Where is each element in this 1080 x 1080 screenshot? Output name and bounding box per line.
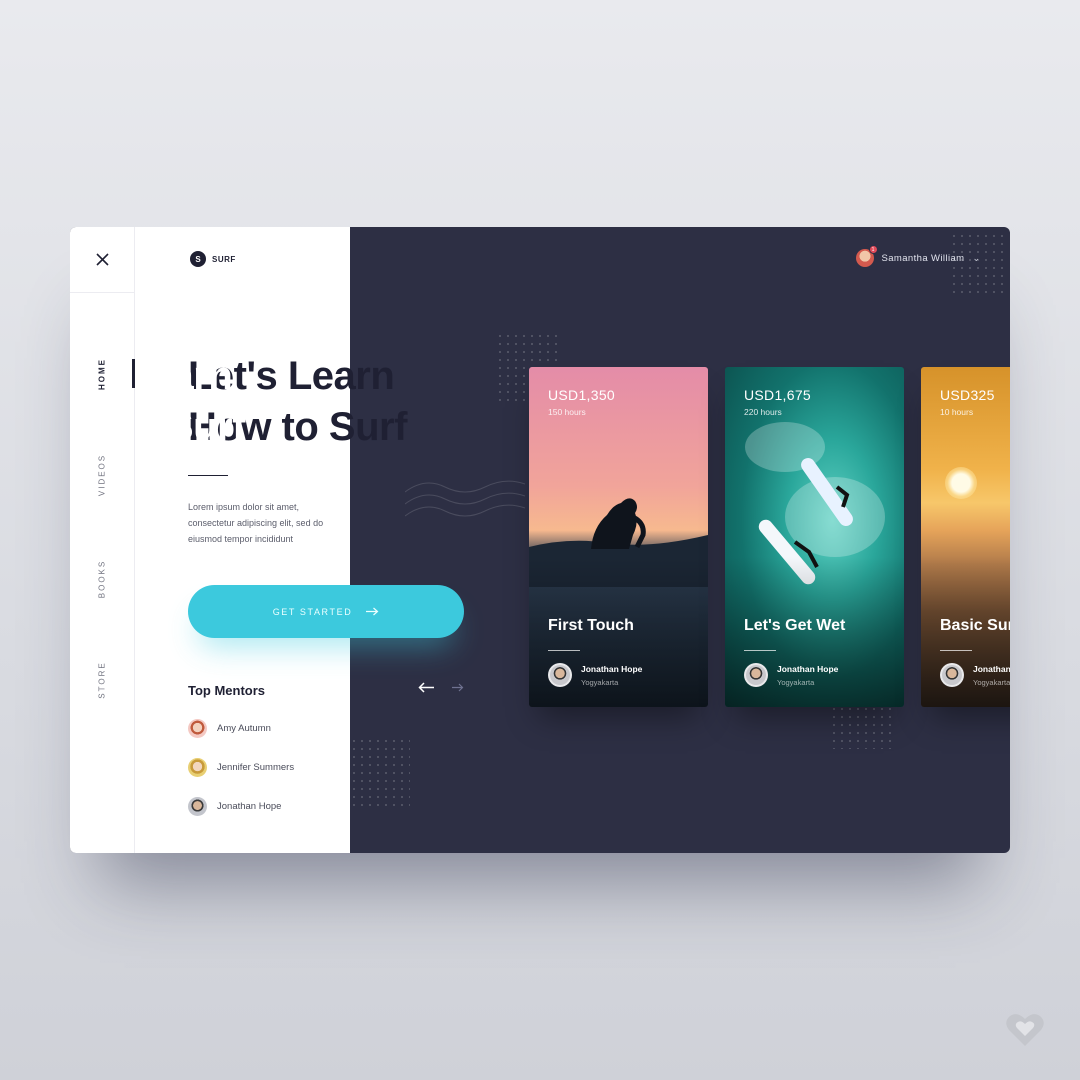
card-title: First Touch <box>548 617 634 634</box>
nav-item-home[interactable]: HOME <box>98 358 107 390</box>
nav-item-books[interactable]: BOOKS <box>98 560 107 598</box>
arrow-right-icon <box>366 607 379 616</box>
hero-description: Lorem ipsum dolor sit amet, consectetur … <box>188 502 324 544</box>
notification-badge: 1 <box>868 245 878 254</box>
get-started-label: GET STARTED <box>272 606 353 617</box>
wave-lines-decoration <box>405 480 526 517</box>
card-mentor-location: Yogyakarta <box>581 678 619 687</box>
avatar <box>548 663 572 687</box>
card-hours: 150 hours <box>548 407 586 417</box>
mentor-item[interactable]: Amy Autumn <box>188 719 271 738</box>
card-mentor-name: Jonathan Hope <box>777 664 839 674</box>
card-rule <box>940 650 972 651</box>
card-hours: 10 hours <box>940 407 974 417</box>
get-started-button[interactable]: GET STARTED <box>188 585 464 638</box>
card-title: Basic Surf <box>940 617 1010 634</box>
arrow-right-icon <box>452 683 464 692</box>
logo-text: SURF <box>212 254 236 264</box>
avatar <box>188 797 207 816</box>
app-window: HOME VIDEOS BOOKS STORE S SURF Let's Lea… <box>70 227 1010 853</box>
card-price: USD1,675 <box>744 387 811 403</box>
avatar: 1 <box>855 245 878 267</box>
prev-button[interactable] <box>418 682 434 693</box>
card-price: USD1,350 <box>548 387 615 403</box>
card-mentor-name: Jonathan Hope <box>973 664 1010 674</box>
course-card[interactable]: USD325 10 hours Basic Surf Jonathan Hope… <box>921 367 1010 707</box>
avatar <box>188 758 207 777</box>
title-line-2: How to Surf <box>188 405 407 449</box>
chevron-down-icon: ⌄ <box>972 252 980 263</box>
brand-logo[interactable]: S SURF <box>190 251 236 267</box>
rail-divider <box>70 292 135 293</box>
nav-item-store[interactable]: STORE <box>98 661 107 698</box>
close-icon <box>95 252 109 266</box>
title-rule <box>188 475 228 476</box>
mentor-item[interactable]: Jonathan Hope <box>188 797 281 816</box>
avatar <box>188 719 207 738</box>
dot-pattern <box>350 737 410 807</box>
heart-icon <box>1006 1014 1044 1046</box>
mentor-name: Amy Autumn <box>217 723 271 734</box>
card-mentor-location: Yogyakarta <box>973 678 1010 687</box>
card-title: Let's Get Wet <box>744 617 846 634</box>
next-button[interactable] <box>452 683 464 692</box>
carousel-controls <box>418 682 464 693</box>
mentor-name: Jennifer Summers <box>217 762 295 773</box>
mentor-item[interactable]: Jennifer Summers <box>188 758 294 777</box>
course-card[interactable]: USD1,675 220 hours Let's Get Wet Jonatha… <box>725 367 904 707</box>
page-title: Let's Learn How to Surf <box>188 351 488 453</box>
card-mentor-location: Yogyakarta <box>777 678 815 687</box>
avatar <box>940 663 964 687</box>
mentor-name: Jonathan Hope <box>217 801 282 812</box>
card-mentor-name: Jonathan Hope <box>581 664 643 674</box>
card-price: USD325 <box>940 387 995 403</box>
top-mentors-title: Top Mentors <box>188 683 266 698</box>
sun-glow <box>945 467 977 499</box>
card-rule <box>548 650 580 651</box>
avatar <box>744 663 768 687</box>
title-line-1: Let's Learn <box>188 354 395 398</box>
course-card[interactable]: USD1,350 150 hours First Touch Jonathan … <box>529 367 708 707</box>
nav-item-videos[interactable]: VIDEOS <box>98 454 107 496</box>
close-button[interactable] <box>92 249 112 269</box>
arrow-left-icon <box>418 682 434 693</box>
card-rule <box>744 650 776 651</box>
card-hours: 220 hours <box>744 407 782 417</box>
logo-mark: S <box>190 251 206 267</box>
user-menu[interactable]: 1 Samantha William ⌄ <box>855 245 980 267</box>
user-name: Samantha William <box>881 252 965 264</box>
side-rail: HOME VIDEOS BOOKS STORE <box>70 227 135 853</box>
